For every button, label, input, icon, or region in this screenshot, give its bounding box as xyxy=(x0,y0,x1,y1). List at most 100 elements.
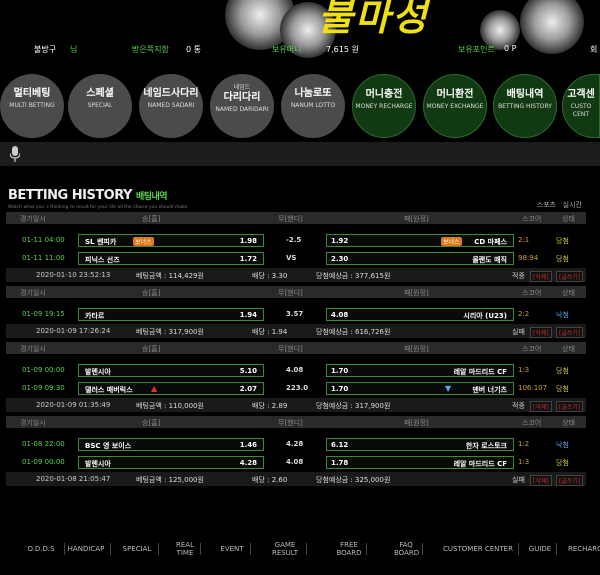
away-bet-button[interactable]: 1.78 레알 마드리드 CF xyxy=(326,456,514,469)
write-button[interactable]: [글쓰기] xyxy=(556,475,584,486)
away-bet-button[interactable]: 1.70 ▼ 덴버 너기츠 xyxy=(326,382,514,395)
home-odds: 4.28 xyxy=(239,459,257,467)
menu-label: 나눔로또 xyxy=(294,88,332,99)
message-count[interactable]: 0 통 xyxy=(186,44,201,55)
away-team: 레알 마드리드 CF xyxy=(453,368,507,376)
home-odds: 1.72 xyxy=(239,255,257,263)
game-date: 01-09 09:30 xyxy=(22,384,65,392)
away-bet-button[interactable]: 6.12 한자 로스토크 xyxy=(326,438,514,451)
footer-link[interactable]: RECHARGE xyxy=(568,545,600,553)
footer-divider xyxy=(556,543,557,555)
home-odds: 1.98 xyxy=(239,237,257,245)
write-button[interactable]: [글쓰기] xyxy=(556,271,584,282)
col-mid: 무[핸디] xyxy=(278,215,303,223)
draw-odds: 4.08 xyxy=(286,458,304,466)
expected-win: 당첨예상금 : 616,726원 xyxy=(316,328,391,336)
status-badge: 낙첨 xyxy=(556,311,569,319)
draw-odds: 223.0 xyxy=(286,384,309,392)
col-score: 스코어 xyxy=(522,345,542,353)
away-odds: 1.70 xyxy=(331,367,349,375)
write-button[interactable]: [글쓰기] xyxy=(556,327,584,338)
menu-betting-history[interactable]: 배팅내역 BETTING HISTORY xyxy=(493,74,557,138)
col-home: 승[홈] xyxy=(142,289,161,297)
page-subtitle: Watch what you`s thinking to result for … xyxy=(8,205,188,210)
menu-label: 멀티베팅 xyxy=(13,88,51,99)
away-bet-button[interactable]: 2.30 올랜도 매직 xyxy=(326,252,514,265)
footer-link[interactable]: CUSTOMER CENTER xyxy=(442,545,514,553)
menu-money-recharge[interactable]: 머니충전 MONEY RECHARGE xyxy=(352,74,416,138)
tab-sports[interactable]: 스포츠 xyxy=(537,201,556,209)
arrow-up-icon: ▲ xyxy=(151,384,158,393)
game-date: 01-08 22:00 xyxy=(22,440,65,448)
menu-named-daridari[interactable]: 네임드 다리다리 NAMED DARIDARI xyxy=(210,74,274,138)
menu-customer-center[interactable]: 고객센 CUSTO CENT xyxy=(562,74,600,138)
menu-named-sadari[interactable]: 네임드사다리 NAMED SADARI xyxy=(139,74,203,138)
home-bet-button[interactable]: 피닉스 선즈 1.72 xyxy=(78,252,264,265)
username: 불방구 xyxy=(34,45,57,54)
page-title-korean: 배팅내역 xyxy=(135,192,168,202)
bet-summary: 2020-01-09 17:26:24 베팅금액 : 317,900원 배당 : 1… xyxy=(6,324,586,338)
home-bet-button[interactable]: SL 벤피카 보너스 1.98 xyxy=(78,234,264,247)
footer-link[interactable]: FREE BOARD xyxy=(336,541,362,557)
site-logo[interactable]: 불마성 xyxy=(318,0,429,41)
bet-odds: 배당 : 1.94 xyxy=(252,328,288,336)
footer-link[interactable]: SPECIAL xyxy=(120,545,154,553)
message-label[interactable]: 받은쪽지함 xyxy=(132,44,169,55)
menu-nanum-lotto[interactable]: 나눔로또 NANUM LOTTO xyxy=(281,74,345,138)
bet-result: 실패 xyxy=(512,328,525,336)
footer-divider xyxy=(306,543,307,555)
col-mid: 무[핸디] xyxy=(278,289,303,297)
footer-link[interactable]: EVENT xyxy=(218,545,246,553)
away-bet-button[interactable]: 1.70 레알 마드리드 CF xyxy=(326,364,514,377)
col-mid: 무[핸디] xyxy=(278,345,303,353)
col-home: 승[홈] xyxy=(142,345,161,353)
menu-sublabel: MONEY EXCHANGE xyxy=(426,103,484,110)
table-row: 01-09 09:30 댈러스 매버릭스 ▲ 2.07 223.0 1.70 ▼ 덴버 너기츠… xyxy=(6,380,586,396)
home-odds: 1.94 xyxy=(239,311,257,319)
status-badge: 당첨 xyxy=(556,459,569,467)
home-team: BSC 영 보이스 xyxy=(85,442,132,450)
footer-link[interactable]: REAL TIME xyxy=(174,541,196,557)
footer-link[interactable]: FAQ BOARD xyxy=(394,541,419,557)
menu-special[interactable]: 스페셜 SPECIAL xyxy=(68,74,132,138)
col-date: 경기일시 xyxy=(20,345,46,353)
footer-divider xyxy=(110,543,111,555)
delete-button[interactable]: [삭제] xyxy=(530,475,552,486)
bet-time: 2020-01-09 01:35:49 xyxy=(36,401,111,409)
microphone-icon[interactable] xyxy=(10,146,20,162)
point-value: 0 P xyxy=(504,44,517,53)
write-button[interactable]: [글쓰기] xyxy=(556,401,584,412)
home-bet-button[interactable]: BSC 영 보이스 1.46 xyxy=(78,438,264,451)
col-status: 상태 xyxy=(562,419,575,427)
home-bet-button[interactable]: 발렌시아 4.28 xyxy=(78,456,264,469)
menu-sublabel: NAMED DARIDARI xyxy=(215,106,269,113)
tab-realtime[interactable]: 실시간 xyxy=(563,201,582,209)
bet-odds: 배당 : 3.30 xyxy=(252,272,288,280)
username-suffix: 님 xyxy=(70,45,78,54)
voice-bar xyxy=(0,142,600,166)
footer-link[interactable]: O.D.D.S xyxy=(22,545,60,553)
menu-sublabel: CUSTO CENT xyxy=(570,103,592,118)
menu-money-exchange[interactable]: 머니환전 MONEY EXCHANGE xyxy=(423,74,487,138)
footer-link[interactable]: GAME RESULT xyxy=(268,541,302,557)
delete-button[interactable]: [삭제] xyxy=(530,401,552,412)
footer-divider xyxy=(64,543,65,555)
menu-multi-betting[interactable]: 멀티베팅 MULTI BETTING xyxy=(0,74,64,138)
home-team: SL 벤피카 xyxy=(85,238,117,246)
side-label: 회 xyxy=(590,45,598,54)
footer-link[interactable]: GUIDE xyxy=(528,545,552,553)
footer-link[interactable]: HANDICAP xyxy=(66,545,106,553)
home-team: 발렌시아 xyxy=(85,460,111,468)
home-bet-button[interactable]: 댈러스 매버릭스 ▲ 2.07 xyxy=(78,382,264,395)
game-score: 1:3 xyxy=(518,366,530,374)
home-bet-button[interactable]: 발렌시아 5.10 xyxy=(78,364,264,377)
bet-summary: 2020-01-08 21:05:47 베팅금액 : 125,000원 배당 : 2… xyxy=(6,472,586,486)
home-team: 피닉스 선즈 xyxy=(85,256,120,264)
bet-time: 2020-01-10 23:52:13 xyxy=(36,271,111,279)
away-bet-button[interactable]: 1.92 보너스 CD 마페스 xyxy=(326,234,514,247)
away-bet-button[interactable]: 4.08 시리아 (U23) xyxy=(326,308,514,321)
col-score: 스코어 xyxy=(522,289,542,297)
home-bet-button[interactable]: 카타르 1.94 xyxy=(78,308,264,321)
delete-button[interactable]: [삭제] xyxy=(530,271,552,282)
delete-button[interactable]: [삭제] xyxy=(530,327,552,338)
